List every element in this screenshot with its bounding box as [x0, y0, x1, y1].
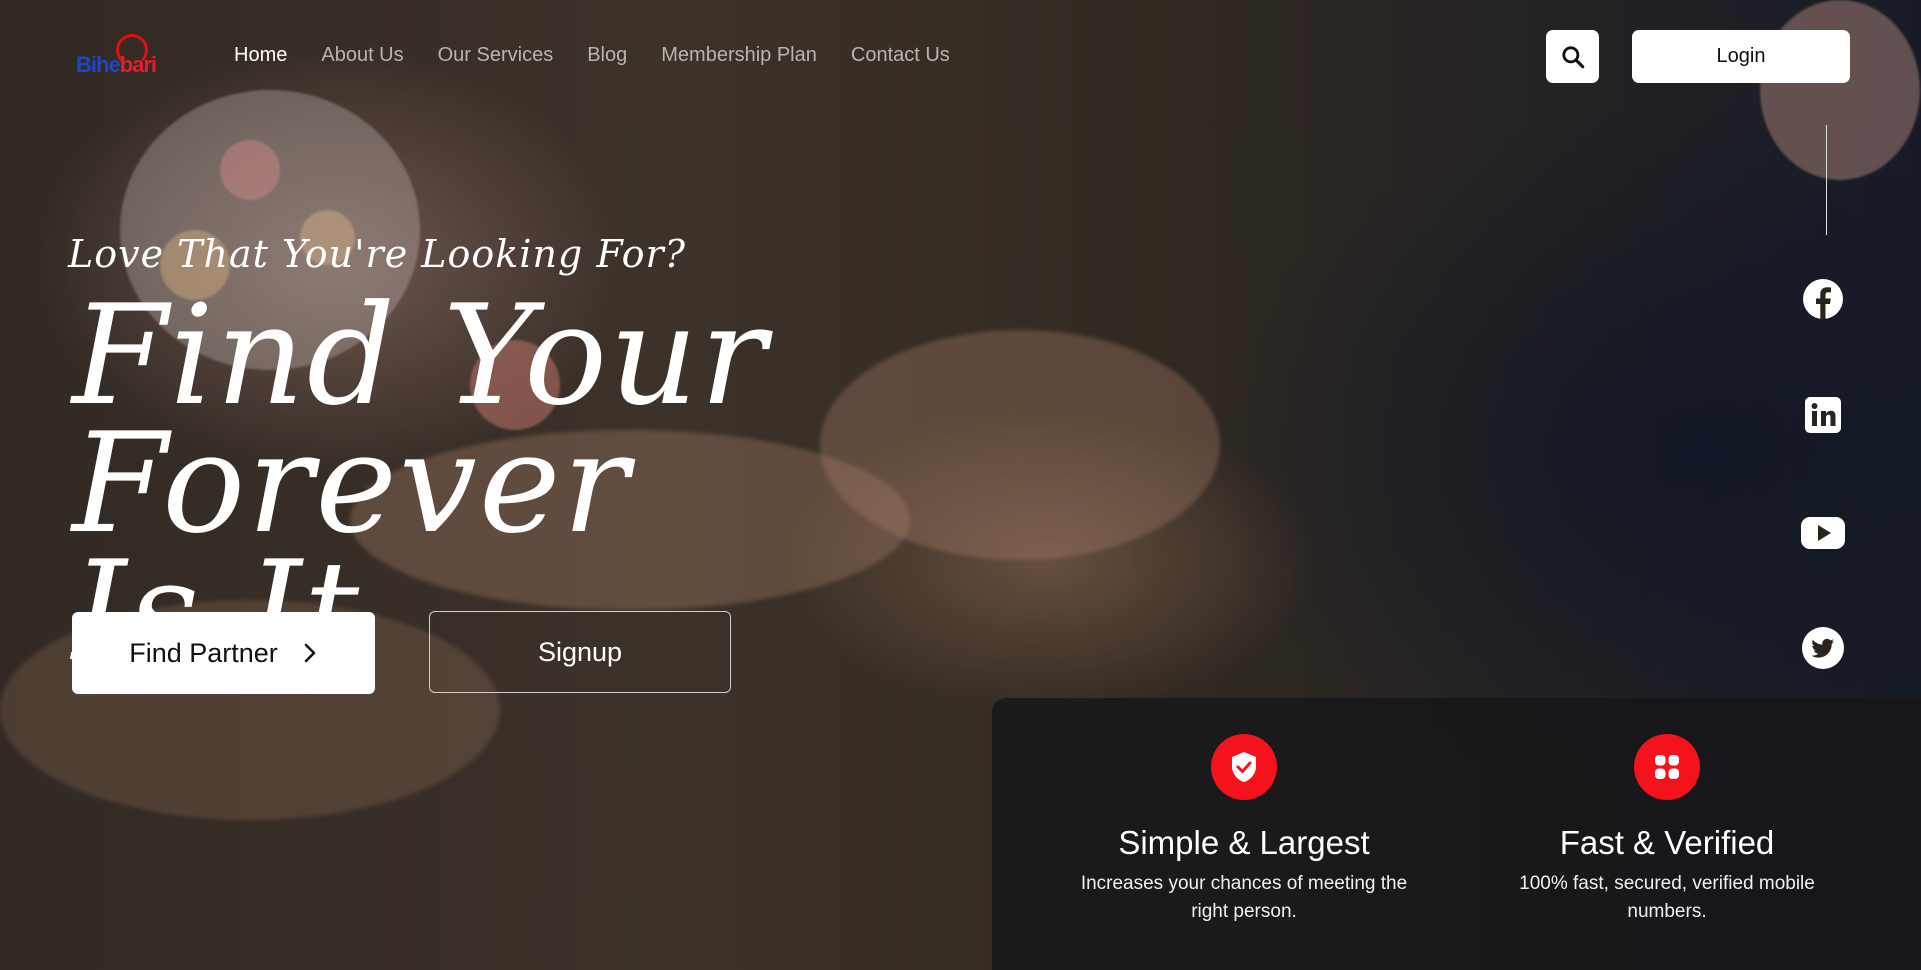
- features-panel: Simple & Largest Increases your chances …: [992, 698, 1921, 970]
- nav-membership-plan[interactable]: Membership Plan: [661, 44, 817, 67]
- youtube-link[interactable]: [1800, 510, 1846, 556]
- hero-tagline: Love That You're Looking For?: [68, 232, 687, 276]
- nav-contact-us[interactable]: Contact Us: [851, 44, 950, 67]
- feature-description: 100% fast, secured, verified mobile numb…: [1519, 873, 1815, 922]
- social-divider: [1826, 125, 1827, 235]
- feature-title: Fast & Verified: [1559, 824, 1775, 861]
- twitter-link[interactable]: [1800, 625, 1846, 671]
- find-partner-label: Find Partner: [129, 637, 278, 668]
- grid-icon: [1655, 755, 1679, 779]
- feature-card: Fast & Verified 100% fast, secured, veri…: [1487, 734, 1847, 926]
- chevron-right-icon: [304, 643, 316, 663]
- facebook-link[interactable]: [1800, 276, 1846, 322]
- shield-check-icon: [1232, 752, 1256, 782]
- nav-home[interactable]: Home: [234, 44, 287, 67]
- feature-icon-badge: [1634, 734, 1700, 800]
- feature-title: Simple & Largest: [1118, 824, 1370, 861]
- feature-icon-badge: [1211, 734, 1277, 800]
- brand-name-part2: bari: [119, 52, 157, 77]
- nav-blog[interactable]: Blog: [587, 44, 627, 67]
- twitter-icon: [1802, 627, 1844, 669]
- brand-logo[interactable]: Bihebari: [76, 34, 176, 78]
- linkedin-icon: [1805, 397, 1841, 433]
- search-icon: [1561, 45, 1584, 68]
- search-button[interactable]: [1546, 30, 1599, 83]
- feature-card: Simple & Largest Increases your chances …: [1064, 734, 1424, 926]
- brand-name-part1: Bihe: [76, 52, 121, 77]
- signup-button[interactable]: Signup: [429, 611, 731, 693]
- youtube-icon: [1801, 517, 1845, 549]
- main-nav: Home About Us Our Services Blog Membersh…: [234, 44, 984, 67]
- nav-our-services[interactable]: Our Services: [438, 44, 554, 67]
- nav-about-us[interactable]: About Us: [321, 44, 403, 67]
- hero-headline-line1: Find Your Forever: [72, 275, 769, 564]
- find-partner-button[interactable]: Find Partner: [72, 612, 375, 694]
- facebook-icon: [1803, 279, 1843, 319]
- feature-description: Increases your chances of meeting the ri…: [1080, 873, 1408, 922]
- login-button[interactable]: Login: [1632, 30, 1850, 83]
- linkedin-link[interactable]: [1800, 392, 1846, 438]
